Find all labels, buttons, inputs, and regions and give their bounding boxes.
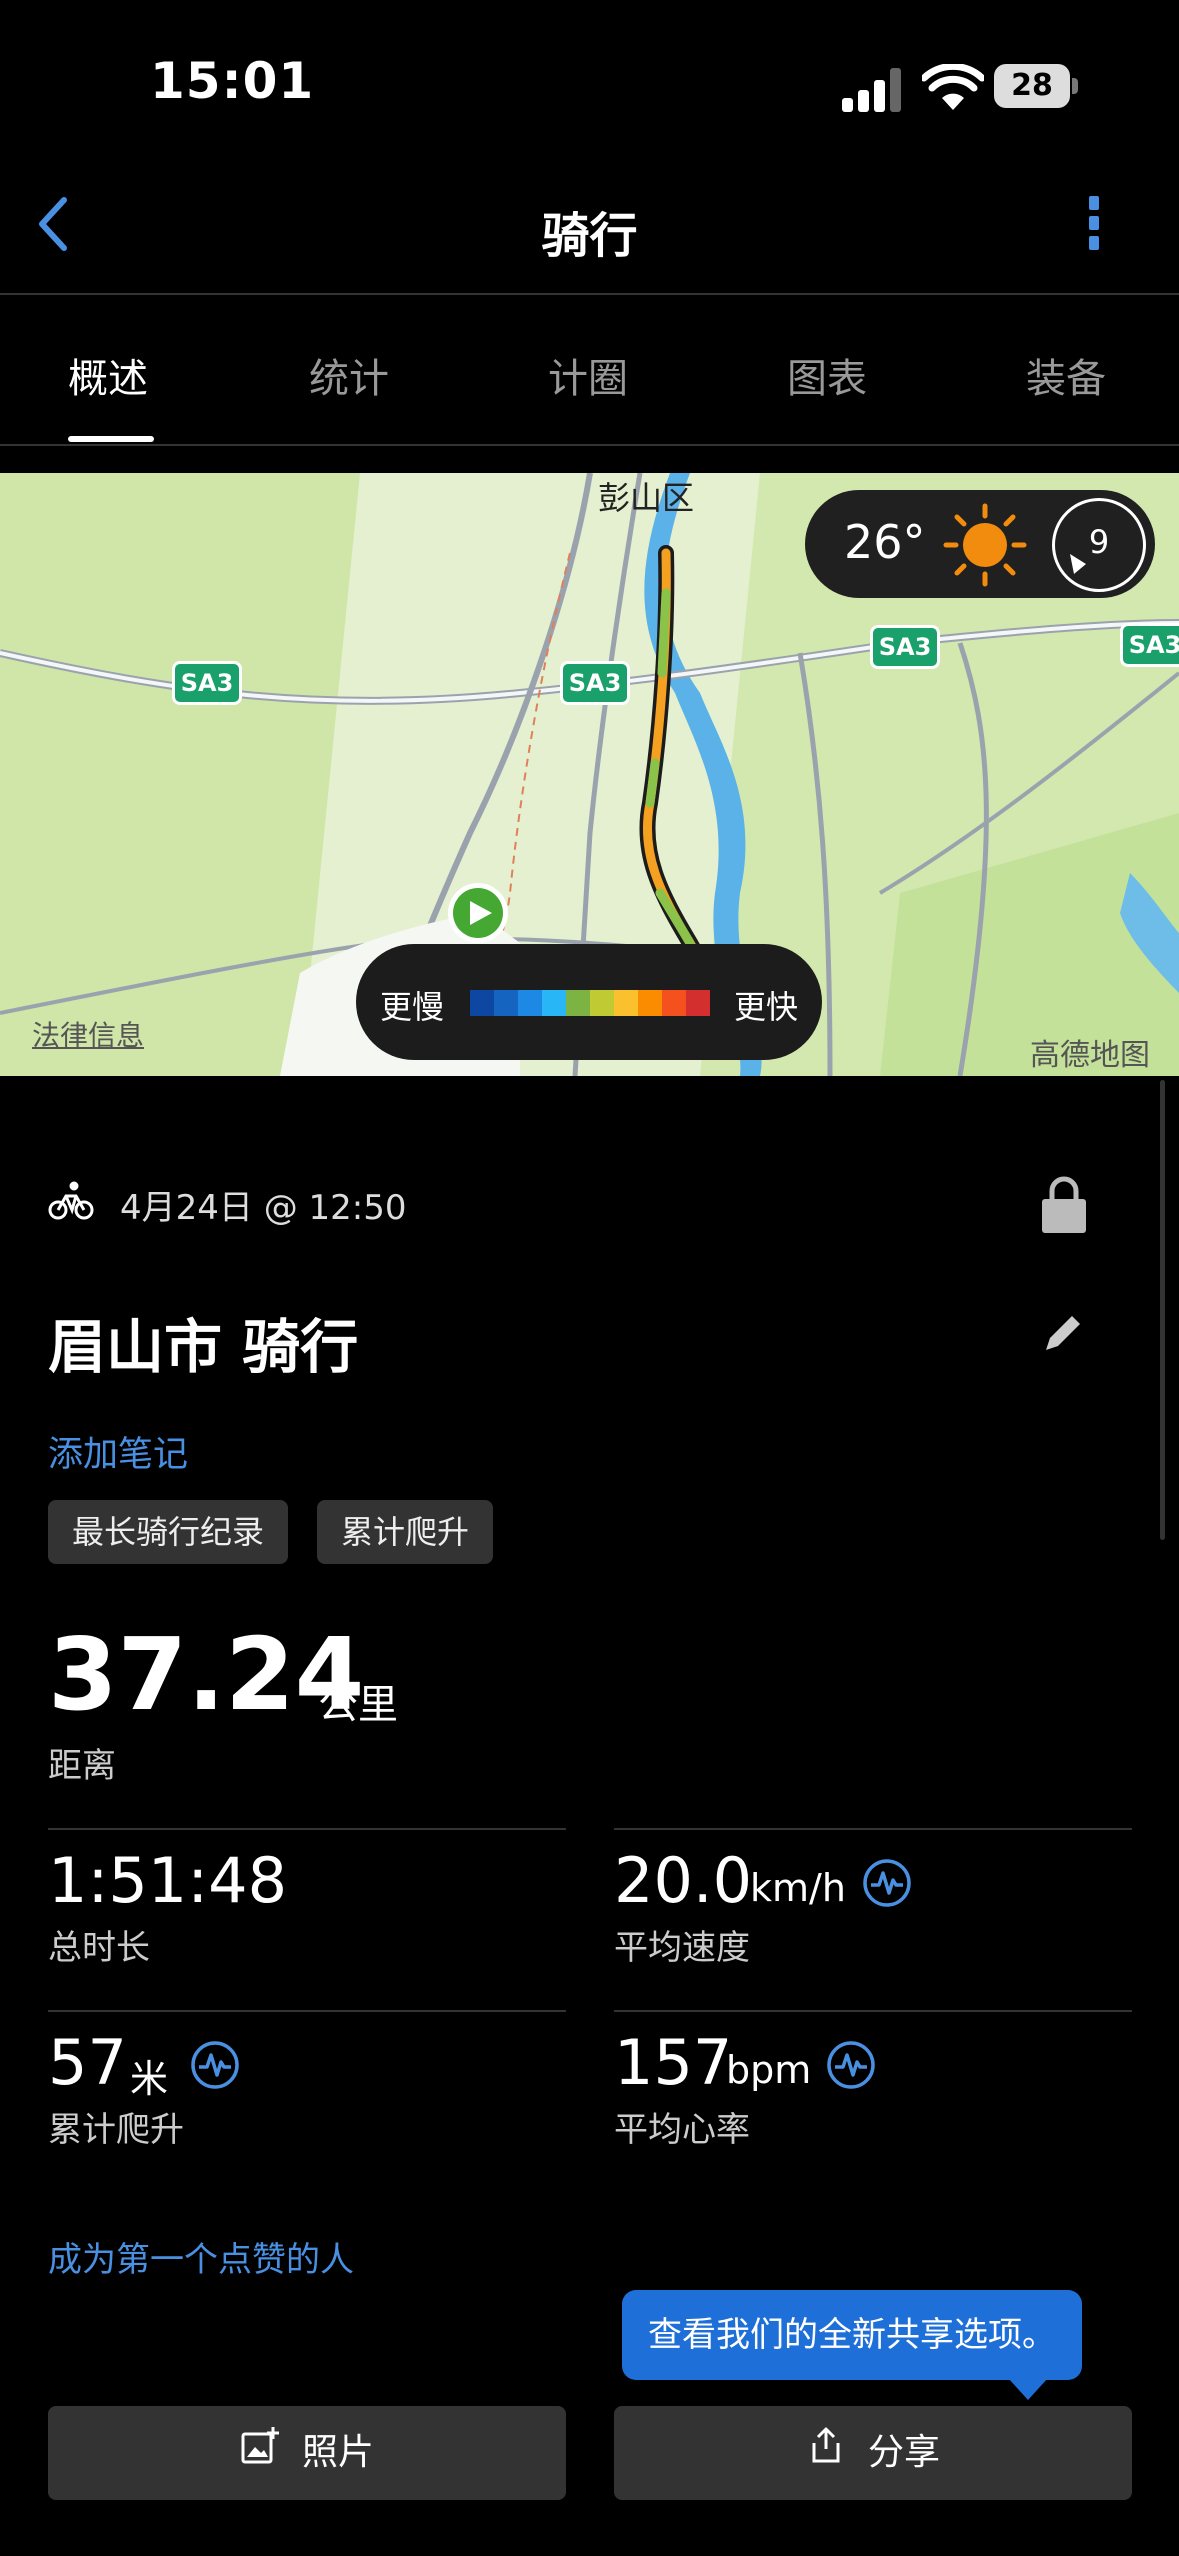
more-options-button[interactable] (1078, 196, 1110, 260)
first-like-link[interactable]: 成为第一个点赞的人 (48, 2232, 354, 2281)
lock-icon[interactable] (1040, 1175, 1088, 1233)
road-shield: SA3 (1120, 623, 1179, 667)
battery-level: 28 (994, 64, 1070, 108)
badge-longest-ride[interactable]: 最长骑行纪录 (48, 1500, 289, 1564)
total-ascent-value: 57 (48, 2026, 127, 2099)
tooltip-arrow (1008, 2378, 1048, 2400)
pulse-chart-icon[interactable] (862, 1858, 912, 1908)
pulse-chart-icon[interactable] (190, 2040, 240, 2090)
pencil-icon[interactable] (1042, 1310, 1086, 1354)
bicycle-icon (48, 1178, 94, 1224)
map-provider-logo: 高德地图 (1030, 1038, 1150, 1073)
total-ascent-label: 累计爬升 (48, 2110, 184, 2150)
wind-speed: 9 (1088, 523, 1110, 561)
tab-gear[interactable]: 装备 (1026, 346, 1106, 404)
distance-unit: 公里 (318, 1682, 398, 1728)
legal-info-link[interactable]: 法律信息 (32, 1014, 144, 1054)
activity-date: 4月24日 @ 12:50 (120, 1188, 407, 1228)
share-button[interactable]: 分享 (614, 2406, 1132, 2500)
total-time-label: 总时长 (48, 1928, 150, 1968)
add-photo-icon (240, 2407, 280, 2501)
photos-label: 照片 (301, 2432, 374, 2473)
road-shield: SA3 (560, 661, 630, 705)
activity-name: 眉山市 骑行 (48, 1313, 359, 1381)
stat-divider (48, 1828, 566, 1830)
road-shield: SA3 (870, 625, 940, 669)
avg-speed-unit: km/h (750, 1866, 846, 1910)
avg-speed-value: 20.0 (614, 1844, 753, 1917)
road-shield: SA3 (172, 661, 242, 705)
battery-icon: 28 (994, 64, 1078, 108)
total-time-value: 1:51:48 (48, 1844, 288, 1917)
page-title: 骑行 (541, 208, 638, 264)
stat-divider (614, 1828, 1132, 1830)
distance-value: 37.24 (48, 1616, 365, 1733)
stat-divider (614, 2010, 1132, 2012)
avg-heart-rate-label: 平均心率 (614, 2110, 750, 2150)
pulse-chart-icon[interactable] (826, 2040, 876, 2090)
legend-faster-label: 更快 (734, 988, 799, 1026)
stat-divider (48, 2010, 566, 2012)
share-options-tooltip[interactable]: 查看我们的全新共享选项。 (622, 2290, 1082, 2380)
add-note-link[interactable]: 添加笔记 (48, 1426, 188, 1477)
badge-total-ascent[interactable]: 累计爬升 (317, 1500, 494, 1564)
active-tab-indicator (68, 436, 154, 442)
header-divider (0, 293, 1179, 295)
share-label: 分享 (867, 2432, 940, 2473)
total-ascent-unit: 米 (130, 2057, 169, 2101)
tab-overview[interactable]: 概述 (68, 346, 148, 404)
sun-icon (940, 500, 1030, 590)
temperature: 26° (844, 515, 926, 569)
tabs-divider (0, 444, 1179, 446)
district-label: 彭山区 (598, 479, 695, 517)
wifi-icon (920, 62, 986, 112)
tab-stats[interactable]: 统计 (309, 346, 389, 404)
legend-slower-label: 更慢 (380, 988, 445, 1026)
avg-speed-label: 平均速度 (614, 1928, 750, 1968)
speed-color-scale (470, 990, 710, 1016)
avg-heart-rate-value: 157 (614, 2026, 733, 2099)
cellular-signal-icon (842, 68, 904, 112)
status-time: 15:01 (150, 52, 315, 110)
tab-charts[interactable]: 图表 (787, 346, 867, 404)
avg-heart-rate-unit: bpm (726, 2048, 812, 2092)
share-icon (806, 2407, 846, 2501)
photos-button[interactable]: 照片 (48, 2406, 566, 2500)
tab-laps[interactable]: 计圈 (548, 346, 628, 404)
wind-indicator-icon: 9 (1052, 498, 1146, 592)
distance-label: 距离 (48, 1746, 116, 1786)
scrollbar[interactable] (1160, 1080, 1165, 1540)
